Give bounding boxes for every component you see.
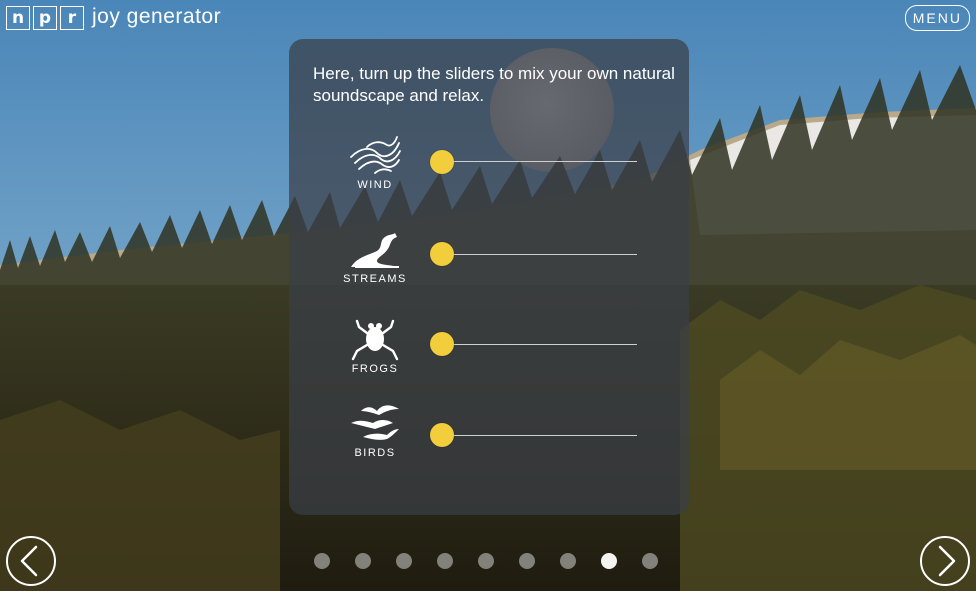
page-dot[interactable] xyxy=(396,553,412,569)
slider-row-streams: STREAMS xyxy=(289,227,689,297)
page-dot[interactable] xyxy=(601,553,617,569)
previous-button[interactable] xyxy=(6,536,56,586)
slider-knob-streams[interactable] xyxy=(430,242,454,266)
sound-mixer-panel: Here, turn up the sliders to mix your ow… xyxy=(289,39,689,515)
page-indicator xyxy=(314,553,658,569)
birds-icon xyxy=(347,401,403,445)
slider-knob-frogs[interactable] xyxy=(430,332,454,356)
page-dot[interactable] xyxy=(519,553,535,569)
slider-label-frogs: FROGS xyxy=(351,363,399,375)
app-title: joy generator xyxy=(92,5,222,28)
chevron-right-icon xyxy=(938,545,956,577)
slider-knob-wind[interactable] xyxy=(430,150,454,174)
page-dot[interactable] xyxy=(560,553,576,569)
slider-label-birds: BIRDS xyxy=(354,447,396,459)
slider-track-frogs[interactable] xyxy=(439,344,637,345)
slider-label-streams: STREAMS xyxy=(343,273,407,285)
wind-icon xyxy=(347,133,403,177)
slider-track-streams[interactable] xyxy=(439,254,637,255)
page-dot[interactable] xyxy=(355,553,371,569)
page-dot[interactable] xyxy=(642,553,658,569)
slider-row-wind: WIND xyxy=(289,133,689,203)
page-dot[interactable] xyxy=(437,553,453,569)
slider-label-wind: WIND xyxy=(357,179,393,191)
page-dot[interactable] xyxy=(478,553,494,569)
top-bar: n p r joy generator MENU xyxy=(0,0,976,38)
intro-text: Here, turn up the sliders to mix your ow… xyxy=(313,64,675,105)
page-dot[interactable] xyxy=(314,553,330,569)
slider-row-frogs: FROGS xyxy=(289,317,689,387)
slider-knob-birds[interactable] xyxy=(430,423,454,447)
menu-button[interactable]: MENU xyxy=(904,5,970,31)
npr-logo[interactable]: n p r xyxy=(6,6,84,30)
frog-icon xyxy=(347,317,403,361)
chevron-left-icon xyxy=(20,545,38,577)
logo-letter-n: n xyxy=(6,6,30,30)
next-button[interactable] xyxy=(920,536,970,586)
logo-letter-p: p xyxy=(33,6,57,30)
slider-row-birds: BIRDS xyxy=(289,401,689,471)
stream-icon xyxy=(347,227,403,271)
slider-track-wind[interactable] xyxy=(439,161,637,162)
logo-letter-r: r xyxy=(60,6,84,30)
slider-track-birds[interactable] xyxy=(439,435,637,436)
